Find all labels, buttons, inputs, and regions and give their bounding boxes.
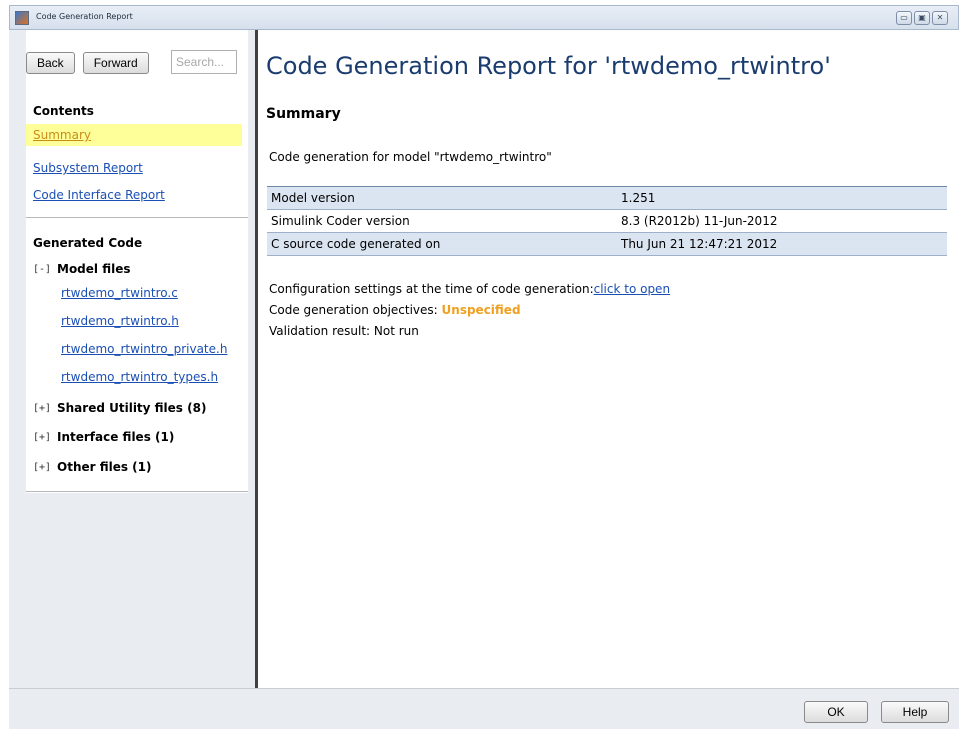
shared-utility-toggle[interactable]: [+] xyxy=(33,403,51,414)
file-link-c[interactable]: rtwdemo_rtwintro.c xyxy=(61,286,178,300)
contents-divider xyxy=(26,217,248,219)
file-link-private-h[interactable]: rtwdemo_rtwintro_private.h xyxy=(61,342,227,356)
page-title: Code Generation Report for 'rtwdemo_rtwi… xyxy=(266,52,831,80)
window-title: Code Generation Report xyxy=(36,12,133,21)
table-row: Simulink Coder version 8.3 (R2012b) 11-J… xyxy=(267,209,947,233)
other-files-toggle[interactable]: [+] xyxy=(33,462,51,473)
close-icon[interactable]: ✕ xyxy=(932,11,948,25)
maximize-icon[interactable]: ▣ xyxy=(914,11,930,25)
navigation-pane: Back Forward Contents Summary Subsystem … xyxy=(9,30,256,688)
file-link-h[interactable]: rtwdemo_rtwintro.h xyxy=(61,314,179,328)
ok-button[interactable]: OK xyxy=(804,701,868,723)
model-files-group[interactable]: Model files xyxy=(57,262,131,276)
window-controls: ▭ ▣ ✕ xyxy=(896,11,948,25)
click-to-open-link[interactable]: click to open xyxy=(594,282,670,296)
config-settings-text: Configuration settings at the time of co… xyxy=(269,282,594,296)
row-value: Thu Jun 21 12:47:21 2012 xyxy=(617,232,947,256)
summary-intro: Code generation for model "rtwdemo_rtwin… xyxy=(269,150,552,164)
config-settings-line: Configuration settings at the time of co… xyxy=(269,282,670,296)
summary-heading: Summary xyxy=(266,106,341,122)
forward-button[interactable]: Forward xyxy=(82,52,149,74)
help-button[interactable]: Help xyxy=(881,701,949,723)
tree-divider xyxy=(26,491,248,493)
table-row: C source code generated on Thu Jun 21 12… xyxy=(267,232,947,256)
search-input[interactable] xyxy=(171,50,237,74)
generated-code-heading: Generated Code xyxy=(33,236,143,250)
objectives-value: Unspecified xyxy=(441,303,521,317)
app-icon xyxy=(15,11,29,25)
history-buttons: Back Forward xyxy=(26,52,149,74)
table-row: Model version 1.251 xyxy=(267,186,947,210)
objectives-text: Code generation objectives: xyxy=(269,303,442,317)
validation-result: Validation result: Not run xyxy=(269,324,419,338)
row-label: Model version xyxy=(267,186,617,210)
row-label: Simulink Coder version xyxy=(267,209,617,233)
nav-link-code-interface-report[interactable]: Code Interface Report xyxy=(33,188,165,202)
other-files-group[interactable]: Other files (1) xyxy=(57,460,152,474)
contents-heading: Contents xyxy=(33,104,94,118)
model-files-toggle[interactable]: [-] xyxy=(33,264,51,275)
nav-link-summary[interactable]: Summary xyxy=(26,124,242,146)
back-button[interactable]: Back xyxy=(26,52,75,74)
interface-files-group[interactable]: Interface files (1) xyxy=(57,430,174,444)
report-window: Code Generation Report ▭ ▣ ✕ Back Forwar… xyxy=(0,0,962,729)
file-link-types-h[interactable]: rtwdemo_rtwintro_types.h xyxy=(61,370,218,384)
dialog-button-bar: OK Help xyxy=(9,688,959,729)
title-bar[interactable]: Code Generation Report ▭ ▣ ✕ xyxy=(9,5,959,30)
summary-table: Model version 1.251 Simulink Coder versi… xyxy=(267,186,947,256)
nav-link-subsystem-report[interactable]: Subsystem Report xyxy=(33,161,143,175)
row-label: C source code generated on xyxy=(267,232,617,256)
shared-utility-group[interactable]: Shared Utility files (8) xyxy=(57,401,206,415)
row-value: 1.251 xyxy=(617,186,947,210)
objectives-line: Code generation objectives: Unspecified xyxy=(269,303,521,317)
report-content: Code Generation Report for 'rtwdemo_rtwi… xyxy=(258,30,957,688)
minimize-icon[interactable]: ▭ xyxy=(896,11,912,25)
interface-files-toggle[interactable]: [+] xyxy=(33,432,51,443)
row-value: 8.3 (R2012b) 11-Jun-2012 xyxy=(617,209,947,233)
